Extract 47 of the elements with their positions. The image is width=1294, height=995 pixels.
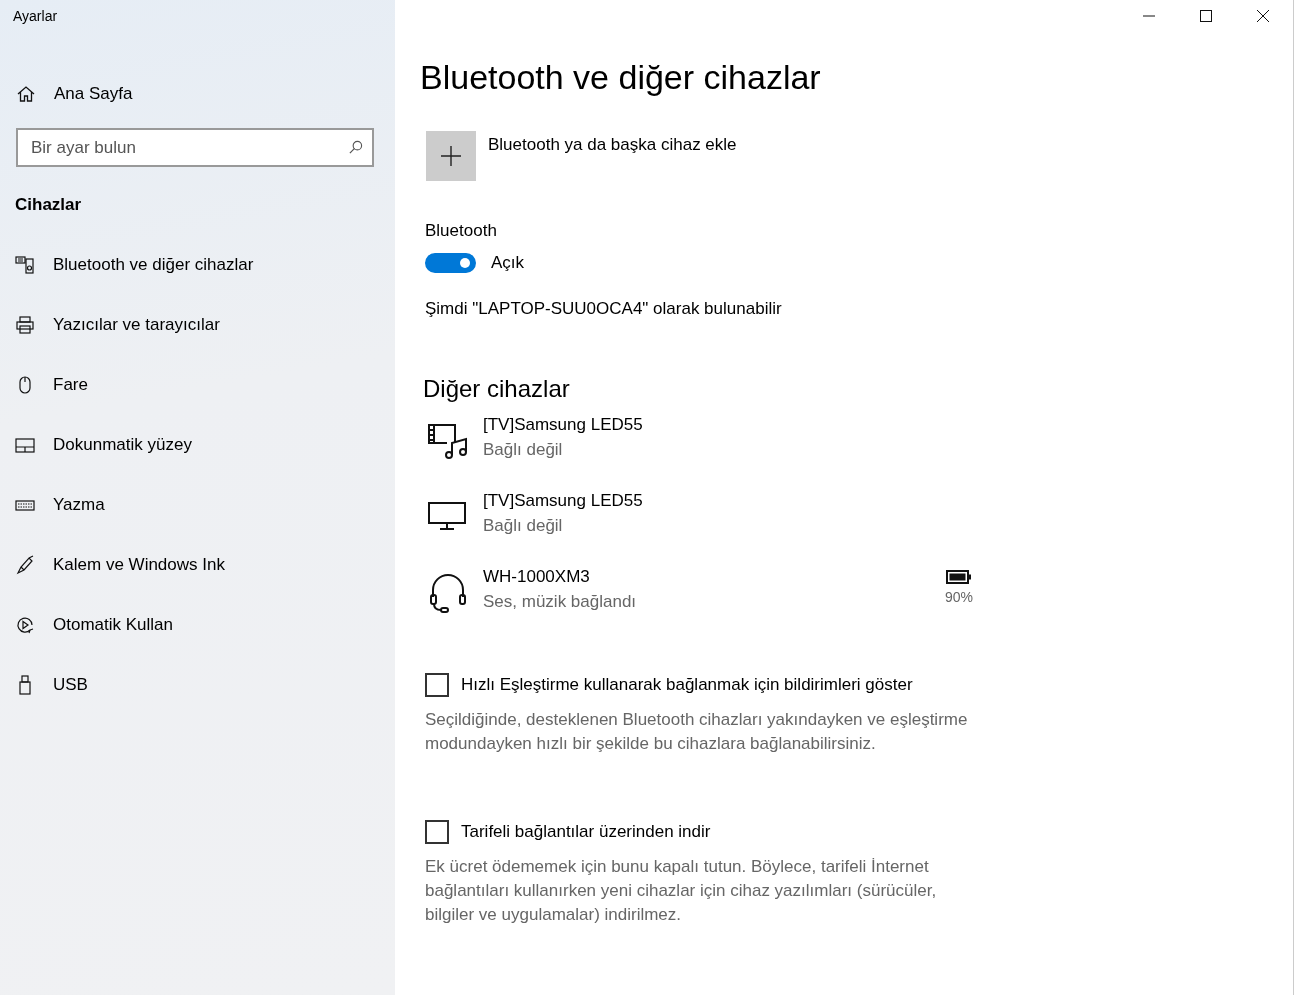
section-heading: Cihazlar — [15, 195, 83, 215]
printer-icon — [15, 315, 35, 335]
nav-item[interactable]: USB — [0, 655, 395, 715]
window-title: Ayarlar — [12, 8, 59, 26]
device-status: Bağlı değil — [483, 516, 564, 536]
device-status: Bağlı değil — [483, 440, 564, 460]
device-name: [TV]Samsung LED55 — [483, 415, 644, 435]
checkbox-label: Hızlı Eşleştirme kullanarak bağlanmak için bildirimleri göster — [461, 675, 913, 695]
nav-item[interactable]: Bluetooth ve diğer cihazlar — [0, 235, 395, 295]
nav-item[interactable]: Otomatik Kullan — [0, 595, 395, 655]
toggle-state: Açık — [491, 253, 525, 273]
nav-item[interactable]: Kalem ve Windows Ink — [0, 535, 395, 595]
device-status: Ses, müzik bağlandı — [483, 592, 638, 612]
battery-percent: 90% — [944, 589, 973, 605]
pen-icon — [15, 555, 35, 575]
add-device-link[interactable]: Bluetooth ya da başka cihaz ekle — [488, 135, 737, 155]
close-icon[interactable] — [1257, 10, 1269, 22]
checkbox[interactable] — [425, 673, 449, 697]
page-title: Bluetooth ve diğer cihazlar — [420, 58, 822, 97]
device-item[interactable]: [TV]Samsung LED55 Bağlı değil — [423, 491, 973, 555]
device-item[interactable]: [TV]Samsung LED55 Bağlı değil — [423, 415, 973, 479]
option-description: Ek ücret ödememek için bunu kapalı tutun. Böylece, tarifeli İnternet bağlantıları kullanırken yeni cihazlar için cihaz yazılımları (sürücüler, bilgiler ve uygulamalar) indirilmez. — [425, 856, 938, 926]
nav-item[interactable]: Fare — [0, 355, 395, 415]
checkbox-label: Tarifeli bağlantılar üzerinden indir — [461, 822, 711, 842]
bluetooth-toggle[interactable] — [425, 253, 476, 273]
add-device-button[interactable] — [426, 131, 476, 181]
search-field[interactable]: Bir ayar bulun — [16, 128, 374, 167]
devices-icon — [15, 255, 35, 275]
home-icon — [16, 84, 36, 104]
search-icon — [348, 140, 363, 155]
battery-icon — [946, 570, 972, 584]
plus-icon — [441, 146, 461, 166]
device-item[interactable]: WH-1000XM3 Ses, müzik bağlandı 90% — [423, 567, 973, 631]
nav-item[interactable]: Yazma — [0, 475, 395, 535]
device-name: [TV]Samsung LED55 — [483, 491, 644, 511]
bluetooth-label: Bluetooth — [425, 221, 498, 241]
option-description: Seçildiğinde, desteklenen Bluetooth cihazları yakındayken ve eşleştirme modundayken hızlı bir şekilde bu cihazlara bağlanabilirsiniz. — [425, 709, 969, 755]
discoverable-text: Şimdi "LAPTOP-SUU0OCA4" olarak bulunabilir — [425, 299, 783, 319]
home-link[interactable]: Ana Sayfa — [16, 84, 395, 104]
maximize-icon[interactable] — [1200, 10, 1212, 22]
autoplay-icon — [15, 615, 35, 635]
checkbox[interactable] — [425, 820, 449, 844]
nav-item[interactable]: Yazıcılar ve tarayıcılar — [0, 295, 395, 355]
section-heading: Diğer cihazlar — [423, 375, 571, 403]
touchpad-icon — [15, 435, 35, 455]
device-name: WH-1000XM3 — [483, 567, 591, 587]
nav-item[interactable]: Dokunmatik yüzey — [0, 415, 395, 475]
